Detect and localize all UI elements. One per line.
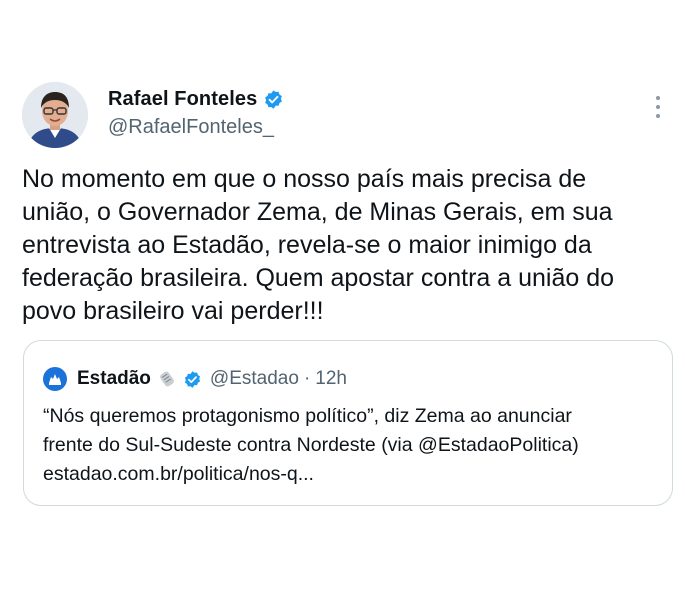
author-avatar[interactable] [22, 82, 88, 148]
tweet: Rafael Fonteles @RafaelFonteles_ No mome… [0, 0, 685, 611]
quoted-timestamp[interactable]: 12h [315, 368, 347, 390]
more-options-icon[interactable] [652, 96, 664, 122]
quoted-handle[interactable]: @Estadao [210, 368, 299, 390]
separator-dot: · [303, 368, 311, 389]
verified-badge-icon [265, 90, 283, 109]
quoted-tweet-card[interactable]: Estadão @Estadao · 12h “Nós queremos pro… [23, 340, 673, 506]
author-display-name[interactable]: Rafael Fonteles [108, 88, 257, 111]
quoted-tweet-text: “Nós queremos protagonismo político”, di… [43, 405, 579, 485]
quoted-display-name[interactable]: Estadão [77, 368, 151, 390]
author-handle[interactable]: @RafaelFonteles_ [108, 116, 274, 139]
quoted-tweet-header: Estadão @Estadao · 12h [43, 366, 347, 392]
verified-badge-icon [184, 370, 200, 388]
newspaper-icon [159, 371, 174, 387]
author-name-row: Rafael Fonteles [108, 88, 284, 111]
tweet-text: No momento em que o nosso país mais prec… [22, 165, 615, 325]
estadao-logo-icon [43, 367, 67, 391]
